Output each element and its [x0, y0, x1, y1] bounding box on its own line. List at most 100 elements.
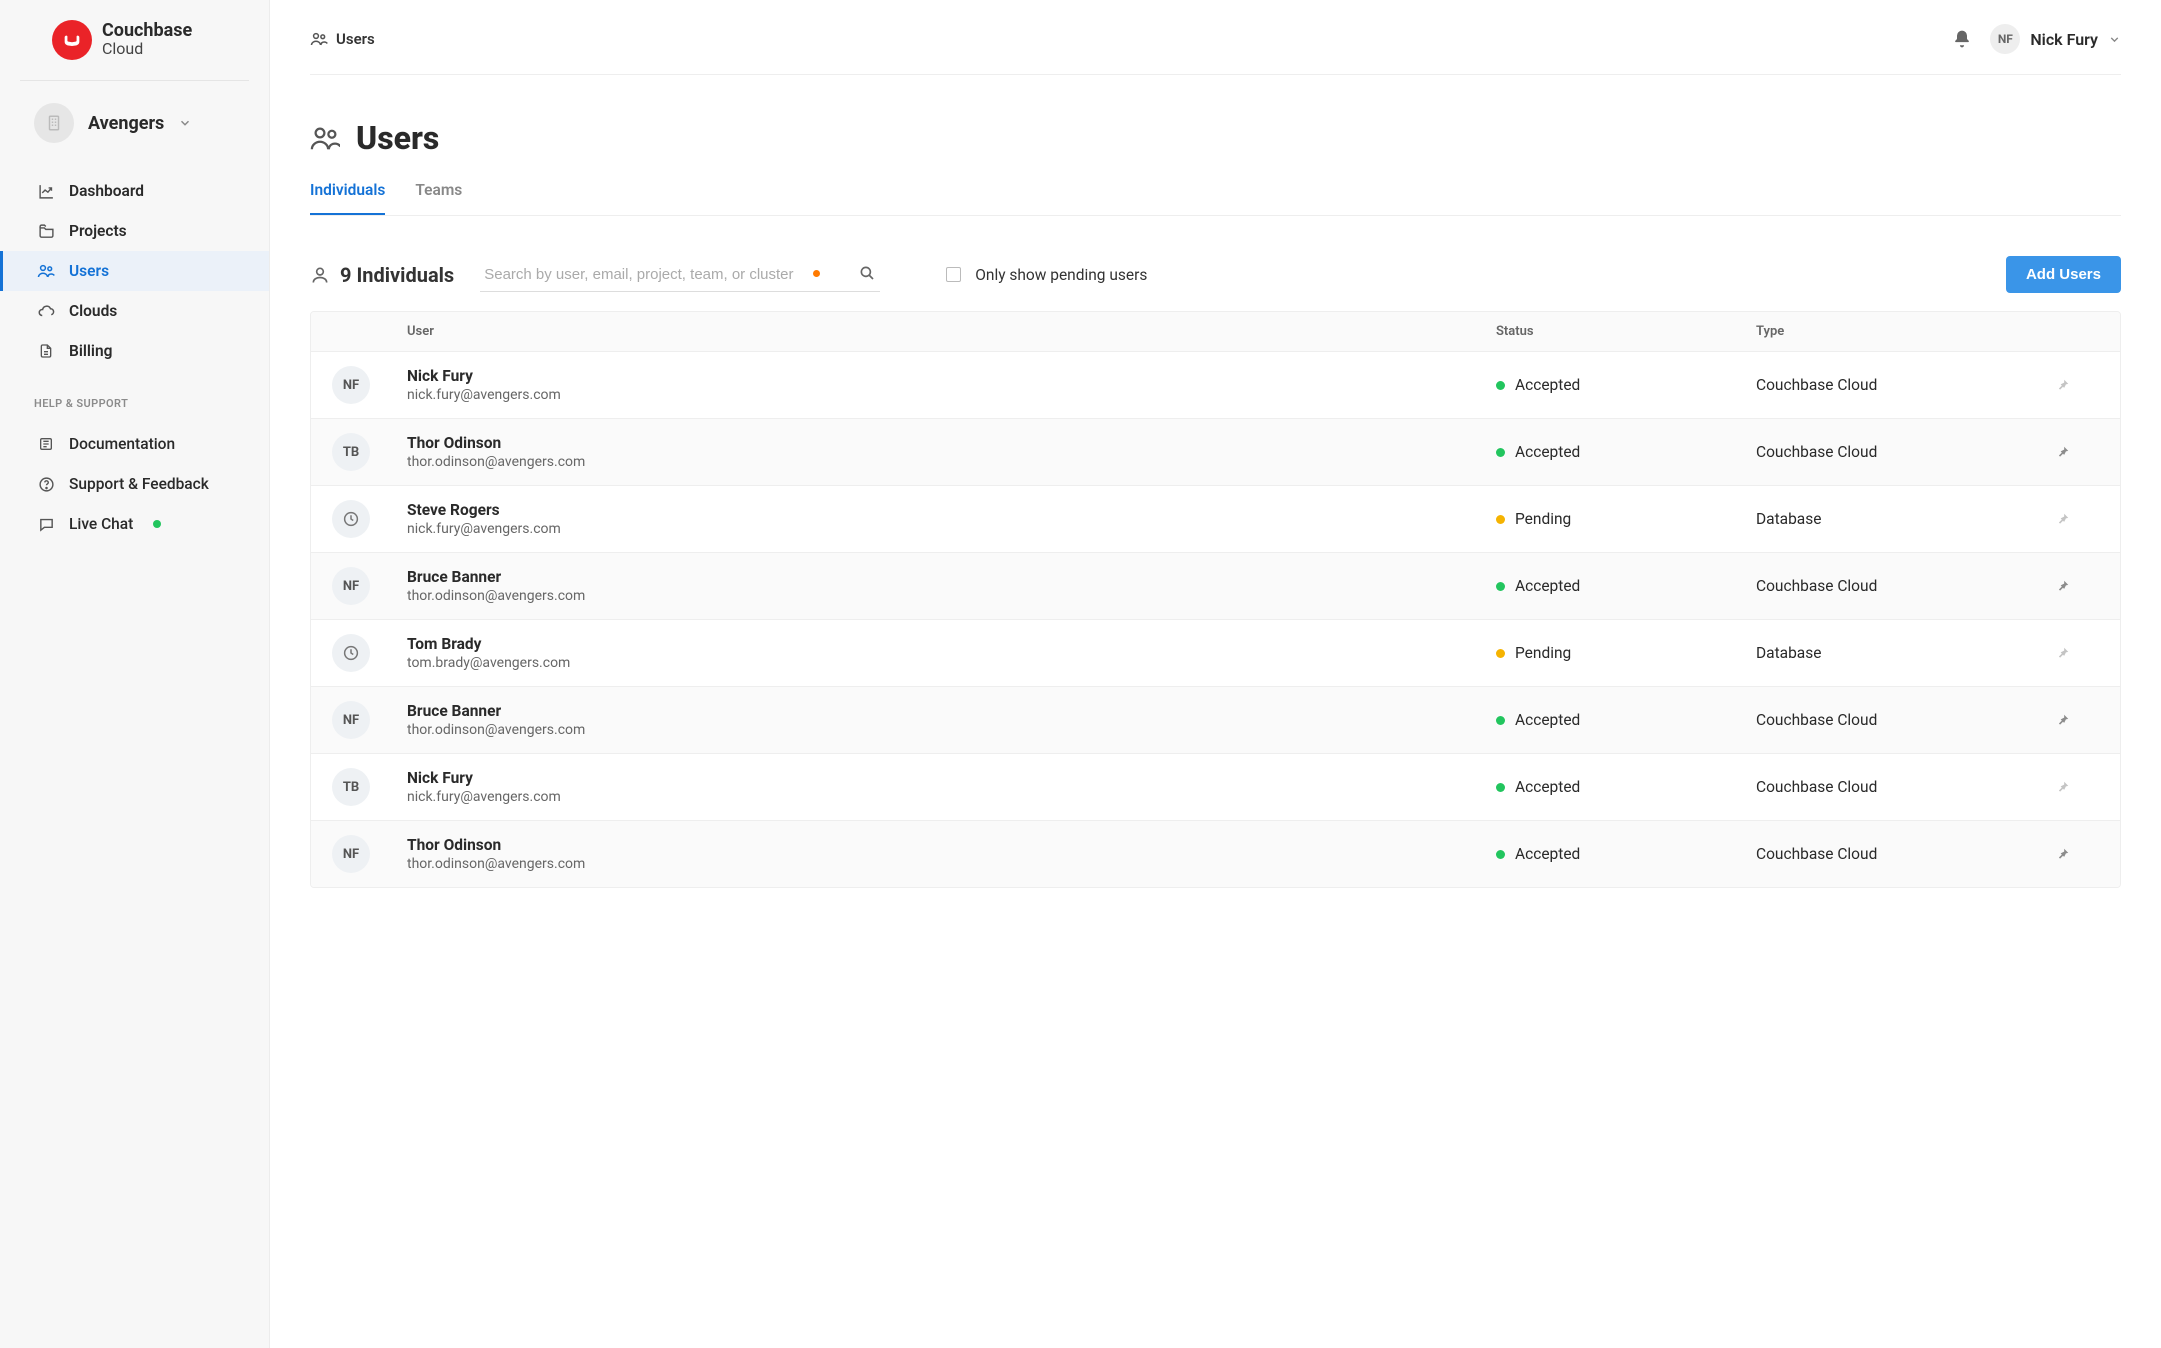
- table-row[interactable]: TBNick Furynick.fury@avengers.comAccepte…: [311, 753, 2120, 820]
- user-email: thor.odinson@avengers.com: [407, 454, 1464, 470]
- chart-line-icon: [37, 183, 55, 200]
- user-avatar: NF: [1990, 24, 2020, 54]
- user-menu[interactable]: NF Nick Fury: [1990, 24, 2121, 54]
- table-row[interactable]: NFBruce Bannerthor.odinson@avengers.comA…: [311, 552, 2120, 619]
- user-email: thor.odinson@avengers.com: [407, 588, 1464, 604]
- status-dot-icon: [1496, 515, 1505, 524]
- status-dot-icon: [153, 520, 161, 528]
- table-row[interactable]: Steve Rogersnick.fury@avengers.comPendin…: [311, 485, 2120, 552]
- list-toolbar: 9 Individuals Only show pending users Ad…: [310, 216, 2121, 311]
- pin-button[interactable]: [2040, 713, 2120, 727]
- brand-logo-mark: [52, 20, 92, 60]
- pin-button[interactable]: [2040, 445, 2120, 459]
- pin-button[interactable]: [2040, 579, 2120, 593]
- brand-line2: Cloud: [102, 41, 192, 58]
- sidebar-item-billing[interactable]: Billing: [0, 331, 269, 371]
- count-text: 9 Individuals: [340, 263, 454, 287]
- user-avatar: NF: [332, 835, 370, 873]
- table-row[interactable]: Tom Brady tom.brady@avengers.com Pending Da…: [311, 619, 2120, 686]
- col-user: User: [391, 324, 1480, 339]
- pending-only-checkbox[interactable]: Only show pending users: [946, 266, 1147, 284]
- breadcrumb: Users: [310, 30, 375, 48]
- tab-individuals[interactable]: Individuals: [310, 175, 385, 215]
- sidebar-item-documentation[interactable]: Documentation: [0, 424, 269, 464]
- user-icon: [310, 265, 330, 285]
- user-email: tom.brady@avengers.com: [407, 655, 1464, 671]
- tab-teams[interactable]: Teams: [415, 175, 462, 215]
- user-type: Couchbase Cloud: [1740, 376, 2040, 394]
- sidebar-item-projects[interactable]: Projects: [0, 211, 269, 251]
- cloud-icon: [37, 302, 55, 320]
- user-type: Couchbase Cloud: [1740, 711, 2040, 729]
- status-text: Pending: [1515, 644, 1571, 662]
- sidebar-item-users[interactable]: Users: [0, 251, 269, 291]
- sidebar-item-dashboard[interactable]: Dashboard: [0, 171, 269, 211]
- tabs: Individuals Teams: [310, 175, 2121, 216]
- page-title-row: Users: [310, 75, 2121, 175]
- folder-icon: [37, 223, 55, 240]
- pending-only-label: Only show pending users: [975, 266, 1147, 284]
- search-input[interactable]: [480, 258, 880, 292]
- status-text: Accepted: [1515, 376, 1580, 394]
- sidebar-item-label: Projects: [69, 222, 127, 240]
- pin-button[interactable]: [2040, 780, 2120, 794]
- file-icon: [37, 343, 55, 359]
- breadcrumb-label: Users: [336, 30, 375, 48]
- user-type: Couchbase Cloud: [1740, 443, 2040, 461]
- table-row[interactable]: NFThor Odinsonthor.odinson@avengers.comA…: [311, 820, 2120, 887]
- table-header: User Status Type: [311, 312, 2120, 351]
- sidebar-item-label: Documentation: [69, 435, 175, 453]
- sidebar-item-support-feedback[interactable]: Support & Feedback: [0, 464, 269, 504]
- user-name: Steve Rogers: [407, 501, 1464, 519]
- status-dot-icon: [1496, 783, 1505, 792]
- sidebar-item-label: Live Chat: [69, 515, 133, 533]
- support-nav: Documentation Support & Feedback Live Chat: [0, 418, 269, 544]
- sidebar-item-clouds[interactable]: Clouds: [0, 291, 269, 331]
- book-icon: [37, 436, 55, 452]
- table-row[interactable]: TB Thor Odinson thor.odinson@avengers.com A…: [311, 418, 2120, 485]
- search-icon[interactable]: [858, 264, 876, 282]
- table-row[interactable]: NFBruce Bannerthor.odinson@avengers.comA…: [311, 686, 2120, 753]
- user-avatar: NF: [332, 701, 370, 739]
- checkbox-icon: [946, 267, 961, 282]
- status-dot-icon: [1496, 649, 1505, 658]
- help-icon: [37, 476, 55, 493]
- clock-icon: [332, 634, 370, 672]
- status-text: Accepted: [1515, 711, 1580, 729]
- status-text: Accepted: [1515, 577, 1580, 595]
- pin-button[interactable]: [2040, 378, 2120, 392]
- org-name: Avengers: [88, 113, 164, 134]
- user-avatar: NF: [332, 366, 370, 404]
- status-dot-icon: [1496, 850, 1505, 859]
- status-dot-icon: [1496, 716, 1505, 725]
- count-block: 9 Individuals: [310, 263, 454, 287]
- col-status: Status: [1480, 324, 1740, 339]
- user-email: nick.fury@avengers.com: [407, 789, 1464, 805]
- pin-button[interactable]: [2040, 646, 2120, 660]
- search-wrap: [480, 258, 880, 292]
- org-selector[interactable]: Avengers: [0, 81, 269, 165]
- user-type: Database: [1740, 644, 2040, 662]
- user-email: thor.odinson@avengers.com: [407, 856, 1464, 872]
- col-type: Type: [1740, 324, 2040, 339]
- status-text: Accepted: [1515, 778, 1580, 796]
- primary-nav: Dashboard Projects UsersCloudsBilling: [0, 165, 269, 371]
- sidebar-item-label: Dashboard: [69, 182, 144, 200]
- user-name: Tom Brady: [407, 635, 1464, 653]
- user-avatar: TB: [332, 433, 370, 471]
- user-email: thor.odinson@avengers.com: [407, 722, 1464, 738]
- pin-button[interactable]: [2040, 512, 2120, 526]
- notifications-button[interactable]: [1952, 29, 1972, 49]
- user-name: Thor Odinson: [407, 434, 1464, 452]
- table-row[interactable]: NFNick Furynick.fury@avengers.comAccepte…: [311, 351, 2120, 418]
- status-text: Accepted: [1515, 845, 1580, 863]
- pin-button[interactable]: [2040, 847, 2120, 861]
- sidebar: Couchbase Cloud Avengers Dashboard Projec…: [0, 0, 270, 1348]
- users-table: User Status Type NFNick Furynick.fury@av…: [310, 311, 2121, 888]
- page-title: Users: [356, 119, 439, 157]
- topbar: Users NF Nick Fury: [310, 0, 2121, 75]
- sidebar-item-live-chat[interactable]: Live Chat: [0, 504, 269, 544]
- brand-logo: Couchbase Cloud: [20, 20, 249, 81]
- status-text: Accepted: [1515, 443, 1580, 461]
- add-users-button[interactable]: Add Users: [2006, 256, 2121, 293]
